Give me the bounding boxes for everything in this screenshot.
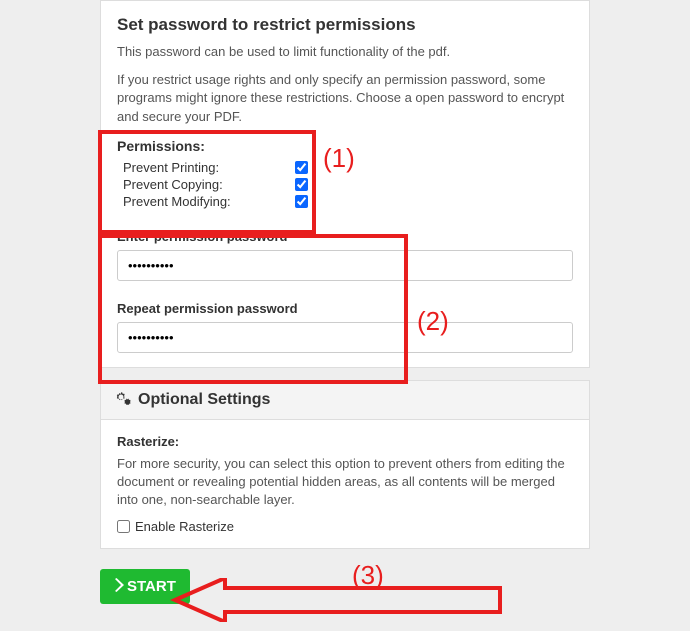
permission-row: Prevent Modifying: [123, 194, 308, 209]
restrict-permissions-card: Set password to restrict permissions Thi… [100, 0, 590, 368]
permission-row: Prevent Printing: [123, 160, 308, 175]
enable-rasterize-checkbox[interactable] [117, 520, 130, 533]
annotation-arrow-3 [170, 578, 510, 622]
enter-password-input[interactable] [117, 250, 573, 281]
section-desc-2: If you restrict usage rights and only sp… [117, 71, 573, 126]
chevron-right-icon [114, 578, 124, 595]
rasterize-desc: For more security, you can select this o… [117, 455, 573, 510]
perm-label-modifying: Prevent Modifying: [123, 194, 231, 209]
enable-rasterize-row: Enable Rasterize [117, 519, 573, 534]
perm-checkbox-modifying[interactable] [295, 195, 308, 208]
section-title: Set password to restrict permissions [117, 15, 573, 35]
permissions-heading: Permissions: [117, 138, 573, 154]
optional-header-label: Optional Settings [138, 391, 270, 409]
perm-label-printing: Prevent Printing: [123, 160, 219, 175]
optional-settings-header: Optional Settings [100, 380, 590, 420]
start-button-label: START [127, 578, 176, 595]
repeat-password-label: Repeat permission password [117, 301, 573, 316]
gears-icon [115, 391, 132, 409]
annotation-label-3: (3) [352, 560, 384, 591]
perm-checkbox-copying[interactable] [295, 178, 308, 191]
enable-rasterize-label: Enable Rasterize [135, 519, 234, 534]
enter-password-label: Enter permission password [117, 229, 573, 244]
repeat-password-input[interactable] [117, 322, 573, 353]
section-desc-1: This password can be used to limit funct… [117, 43, 573, 61]
start-button[interactable]: START [100, 569, 190, 604]
perm-label-copying: Prevent Copying: [123, 177, 223, 192]
permission-row: Prevent Copying: [123, 177, 308, 192]
perm-checkbox-printing[interactable] [295, 161, 308, 174]
optional-settings-card: Rasterize: For more security, you can se… [100, 420, 590, 550]
rasterize-label: Rasterize: [117, 434, 573, 449]
